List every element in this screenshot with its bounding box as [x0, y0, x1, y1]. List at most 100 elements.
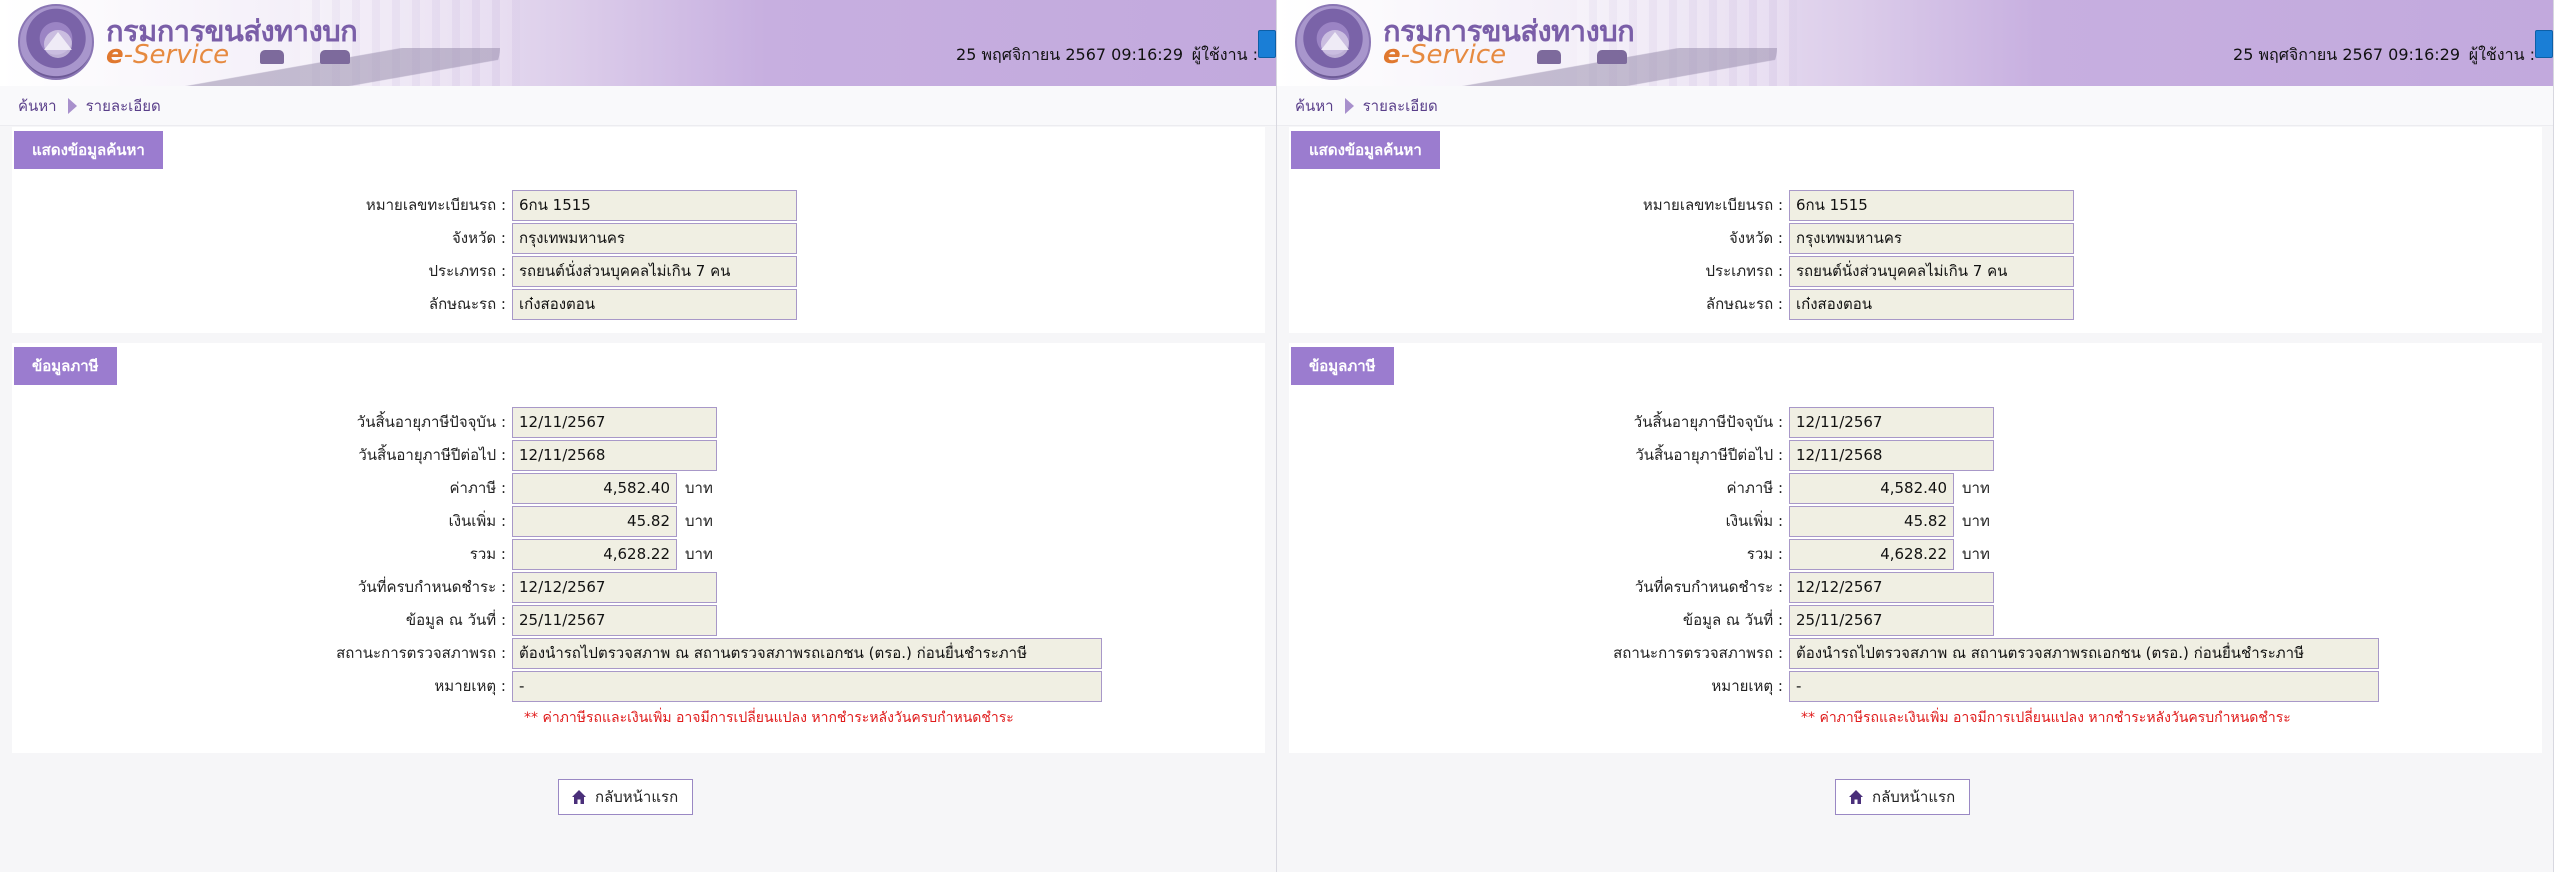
tax-section-title: ข้อมูลภาษี: [1291, 347, 1394, 385]
asof-row: ข้อมูล ณ วันที่ : 25/11/2567: [1289, 604, 1994, 636]
body-style-field: เก๋งสองตอน: [512, 288, 797, 320]
total-field: 4,628.22: [1789, 538, 1954, 570]
vehicle-type-field: รถยนต์นั่งส่วนบุคคลไม่เกิน 7 คน: [1789, 255, 2074, 287]
search-info-panel: แสดงข้อมูลค้นหา หมายเลขทะเบียนรถ : 6กน 1…: [1289, 127, 2542, 333]
user-label: ผู้ใช้งาน :: [2468, 45, 2535, 64]
remark-field: -: [1789, 670, 2379, 702]
tax-row: ค่าภาษี : 4,582.40 บาท: [12, 472, 713, 504]
dlt-seal-logo: [18, 4, 94, 80]
search-info-panel: แสดงข้อมูลค้นหา หมายเลขทะเบียนรถ : 6กน 1…: [12, 127, 1265, 333]
logo-subtitle-service: -Service: [123, 40, 230, 70]
surcharge-row: เงินเพิ่ม : 45.82 บาท: [1289, 505, 1990, 537]
body-style-field: เก๋งสองตอน: [1789, 288, 2074, 320]
total-unit: บาท: [1962, 545, 1990, 563]
inspection-label: สถานะการตรวจสภาพรถ :: [336, 644, 506, 662]
breadcrumb: ค้นหา รายละเอียด: [0, 86, 1276, 126]
breadcrumb-arrow-icon: [67, 97, 77, 114]
tax-section-title: ข้อมูลภาษี: [14, 347, 117, 385]
surcharge-unit: บาท: [685, 512, 713, 530]
left-pane: กรมการขนส่งทางบก e-Service 25 พฤศจิกายน …: [0, 0, 1277, 872]
tax-unit: บาท: [685, 479, 713, 497]
body-style-row: ลักษณะรถ : เก๋งสองตอน: [12, 288, 797, 320]
tax-label: ค่าภาษี :: [1726, 479, 1783, 497]
inspection-label: สถานะการตรวจสภาพรถ :: [1613, 644, 1783, 662]
expiry-next-field: 12/11/2568: [1789, 439, 1994, 471]
surcharge-label: เงินเพิ่ม :: [448, 512, 506, 530]
tax-label: ค่าภาษี :: [449, 479, 506, 497]
search-section-title: แสดงข้อมูลค้นหา: [1291, 131, 1440, 169]
home-icon: [1849, 790, 1863, 804]
tax-info-panel: ข้อมูลภาษี วันสิ้นอายุภาษีปัจจุบัน : 12/…: [1289, 343, 2542, 753]
province-label: จังหวัด :: [452, 229, 506, 247]
body-style-row: ลักษณะรถ : เก๋งสองตอน: [1289, 288, 2074, 320]
tax-row: ค่าภาษี : 4,582.40 บาท: [1289, 472, 1990, 504]
plate-field: 6กน 1515: [1789, 189, 2074, 221]
tax-field: 4,582.40: [512, 472, 677, 504]
vehicle-type-label: ประเภทรถ :: [1705, 262, 1784, 280]
home-button[interactable]: กลับหน้าแรก: [1835, 779, 1971, 815]
logo-subtitle: e-Service: [106, 40, 229, 70]
due-date-field: 12/12/2567: [1789, 571, 1994, 603]
asof-field: 25/11/2567: [512, 604, 717, 636]
current-datetime: 25 พฤศจิกายน 2567 09:16:29: [956, 45, 1183, 64]
home-button[interactable]: กลับหน้าแรก: [558, 779, 694, 815]
plate-field: 6กน 1515: [512, 189, 797, 221]
province-row: จังหวัด : กรุงเทพมหานคร: [12, 222, 797, 254]
logo-subtitle-e: e: [1383, 40, 1401, 70]
total-row: รวม : 4,628.22 บาท: [1289, 538, 1990, 570]
expiry-current-field: 12/11/2567: [1789, 406, 1994, 438]
breadcrumb-search-link[interactable]: ค้นหา: [18, 94, 57, 118]
breadcrumb-detail-link[interactable]: รายละเอียด: [86, 94, 161, 118]
breadcrumb-detail-link[interactable]: รายละเอียด: [1363, 94, 1438, 118]
asof-field: 25/11/2567: [1789, 604, 1994, 636]
remark-row: หมายเหตุ : -: [12, 670, 1102, 702]
province-field: กรุงเทพมหานคร: [512, 222, 797, 254]
user-menu-button[interactable]: [2535, 30, 2553, 58]
surcharge-label: เงินเพิ่ม :: [1725, 512, 1783, 530]
surcharge-field: 45.82: [512, 505, 677, 537]
breadcrumb-search-link[interactable]: ค้นหา: [1295, 94, 1334, 118]
bus-icon: [320, 50, 350, 64]
logo-subtitle: e-Service: [1383, 40, 1506, 70]
surcharge-unit: บาท: [1962, 512, 1990, 530]
total-field: 4,628.22: [512, 538, 677, 570]
expiry-current-row: วันสิ้นอายุภาษีปัจจุบัน : 12/11/2567: [1289, 406, 1994, 438]
asof-row: ข้อมูล ณ วันที่ : 25/11/2567: [12, 604, 717, 636]
due-date-field: 12/12/2567: [512, 571, 717, 603]
breadcrumb: ค้นหา รายละเอียด: [1277, 86, 2553, 126]
logo-subtitle-service: -Service: [1400, 40, 1507, 70]
expiry-next-field: 12/11/2568: [512, 439, 717, 471]
province-row: จังหวัด : กรุงเทพมหานคร: [1289, 222, 2074, 254]
due-date-label: วันที่ครบกำหนดชำระ :: [357, 578, 506, 596]
user-label: ผู้ใช้งาน :: [1191, 45, 1258, 64]
body-style-label: ลักษณะรถ :: [1705, 295, 1783, 313]
tax-unit: บาท: [1962, 479, 1990, 497]
breadcrumb-arrow-icon: [1344, 97, 1354, 114]
total-label: รวม :: [469, 545, 506, 563]
expiry-next-row: วันสิ้นอายุภาษีปีต่อไป : 12/11/2568: [12, 439, 717, 471]
surcharge-field: 45.82: [1789, 505, 1954, 537]
expiry-current-row: วันสิ้นอายุภาษีปัจจุบัน : 12/11/2567: [12, 406, 717, 438]
vehicle-type-row: ประเภทรถ : รถยนต์นั่งส่วนบุคคลไม่เกิน 7 …: [1289, 255, 2074, 287]
user-menu-button[interactable]: [1258, 30, 1276, 58]
search-section-title: แสดงข้อมูลค้นหา: [14, 131, 163, 169]
due-date-row: วันที่ครบกำหนดชำระ : 12/12/2567: [1289, 571, 1994, 603]
plate-row: หมายเลขทะเบียนรถ : 6กน 1515: [12, 189, 797, 221]
expiry-current-label: วันสิ้นอายุภาษีปัจจุบัน :: [356, 413, 506, 431]
inspection-row: สถานะการตรวจสภาพรถ : ต้องนำรถไปตรวจสภาพ …: [12, 637, 1102, 669]
bus-icon: [1597, 50, 1627, 64]
expiry-next-label: วันสิ้นอายุภาษีปีต่อไป :: [1635, 446, 1783, 464]
total-unit: บาท: [685, 545, 713, 563]
dlt-seal-logo: [1295, 4, 1371, 80]
car-icon: [260, 50, 284, 64]
total-row: รวม : 4,628.22 บาท: [12, 538, 713, 570]
tax-change-warning: ** ค่าภาษีรถและเงินเพิ่ม อาจมีการเปลี่ยน…: [524, 710, 1014, 726]
tax-field: 4,582.40: [1789, 472, 1954, 504]
tax-info-panel: ข้อมูลภาษี วันสิ้นอายุภาษีปัจจุบัน : 12/…: [12, 343, 1265, 753]
remark-label: หมายเหตุ :: [434, 677, 506, 695]
province-label: จังหวัด :: [1729, 229, 1783, 247]
remark-label: หมายเหตุ :: [1711, 677, 1783, 695]
right-pane: กรมการขนส่งทางบก e-Service 25 พฤศจิกายน …: [1277, 0, 2554, 872]
plate-row: หมายเลขทะเบียนรถ : 6กน 1515: [1289, 189, 2074, 221]
vehicle-type-field: รถยนต์นั่งส่วนบุคคลไม่เกิน 7 คน: [512, 255, 797, 287]
